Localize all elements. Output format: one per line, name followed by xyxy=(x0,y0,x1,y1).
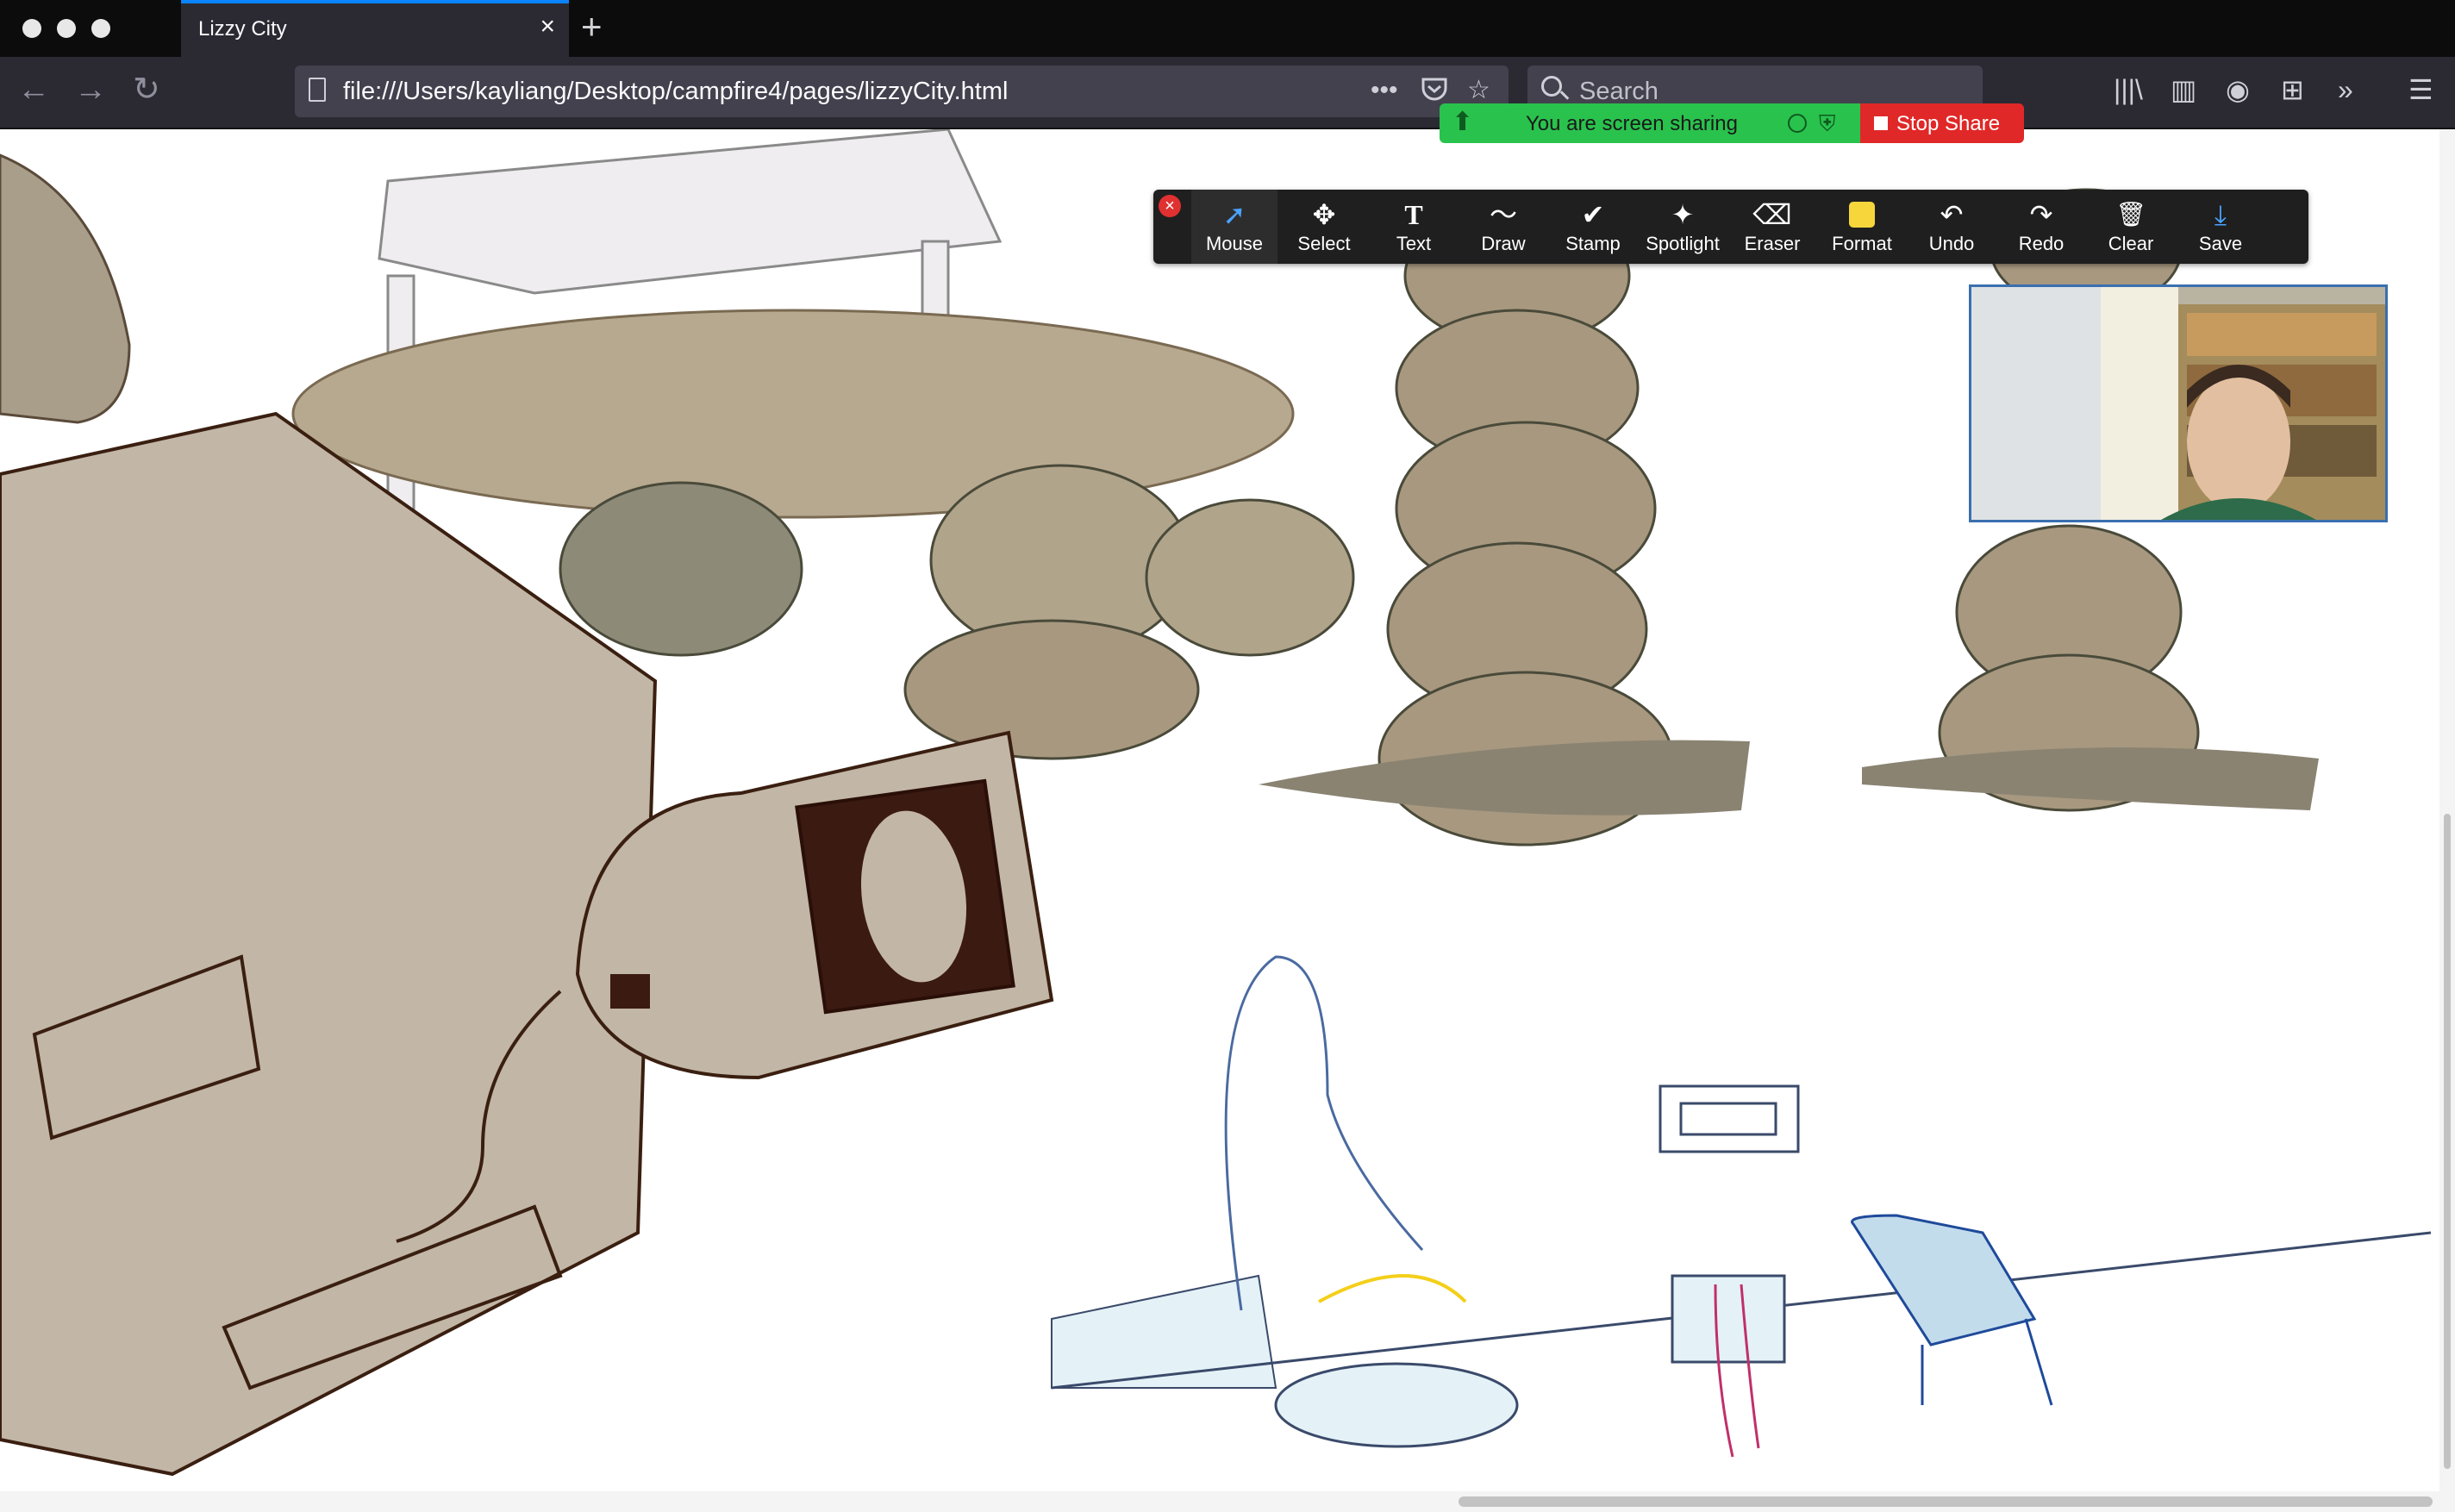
tool-redo[interactable]: ↷ Redo xyxy=(1998,190,2084,264)
browser-tab[interactable]: Lizzy City × xyxy=(181,0,569,57)
vertical-scrollbar[interactable] xyxy=(2439,129,2455,1500)
sidebar-icon[interactable]: ▥ xyxy=(2171,74,2196,105)
tool-draw[interactable]: 〜 Draw xyxy=(1460,190,1546,264)
tab-title: Lizzy City xyxy=(198,17,287,41)
undo-icon: ↶ xyxy=(1940,199,1964,230)
box-drawing xyxy=(1671,1274,1786,1364)
share-arrow-icon: ⬆ xyxy=(1452,108,1474,136)
stop-share-button[interactable]: Stop Share xyxy=(1860,103,2024,143)
tool-mouse[interactable]: ➚ Mouse xyxy=(1191,190,1277,264)
tool-label: Spotlight xyxy=(1646,233,1720,254)
lamp-drawing xyxy=(1224,955,1424,1311)
annotation-close-icon[interactable]: × xyxy=(1159,195,1181,217)
close-window-button[interactable] xyxy=(22,19,41,38)
tool-label: Text xyxy=(1396,233,1432,254)
tool-undo[interactable]: ↶ Undo xyxy=(1908,190,1995,264)
account-icon[interactable]: ◉ xyxy=(2226,74,2250,105)
navigation-toolbar: ← → ↻ file:///Users/kayliang/Desktop/cam… xyxy=(0,57,2455,129)
tool-label: Select xyxy=(1297,233,1351,254)
tool-clear[interactable]: 🗑 Clear xyxy=(2088,190,2174,264)
chair-drawing xyxy=(1851,1214,2037,1346)
save-download-icon: ⤓ xyxy=(2214,199,2227,230)
tool-text[interactable]: T Text xyxy=(1371,190,1457,264)
vertical-scroll-thumb[interactable] xyxy=(2444,814,2451,1469)
title-bar: Lizzy City × + xyxy=(0,0,2455,57)
text-icon: T xyxy=(1404,199,1423,230)
url-bar[interactable]: file:///Users/kayliang/Desktop/campfire4… xyxy=(295,66,1509,117)
tool-spotlight[interactable]: ✦ Spotlight xyxy=(1640,190,1726,264)
new-tab-button[interactable]: + xyxy=(581,9,603,45)
tool-label: Format xyxy=(1832,233,1892,254)
pool-drawing xyxy=(1274,1362,1519,1448)
mouse-pointer-icon: ➚ xyxy=(1222,199,1246,230)
back-icon[interactable]: ← xyxy=(17,72,50,107)
screen-share-status[interactable]: ⬆ You are screen sharing ⛨ xyxy=(1440,103,1860,143)
shield-icon: ⛨ xyxy=(1819,110,1836,136)
screen-share-banner: ⬆ You are screen sharing ⛨ Stop Share xyxy=(1440,103,2024,143)
forward-icon[interactable]: → xyxy=(74,72,107,107)
rock-drawing xyxy=(0,153,131,424)
recording-indicator-icon xyxy=(1788,114,1807,133)
format-color-icon xyxy=(1819,198,1905,231)
redo-icon: ↷ xyxy=(2029,199,2053,230)
search-placeholder: Search xyxy=(1579,78,1659,105)
extensions-icon[interactable]: ⊞ xyxy=(2281,74,2304,105)
page-actions-icon[interactable]: ••• xyxy=(1371,76,1398,105)
reload-icon[interactable]: ↻ xyxy=(133,72,160,107)
tool-label: Redo xyxy=(2018,233,2065,254)
horizontal-scroll-thumb[interactable] xyxy=(1459,1496,2433,1507)
bookmark-star-icon[interactable]: ☆ xyxy=(1467,76,1490,105)
page-icon xyxy=(309,78,326,102)
library-icon[interactable]: |||\ xyxy=(2114,74,2143,105)
search-icon xyxy=(1541,76,1562,97)
stop-share-label: Stop Share xyxy=(1896,112,2001,135)
tool-label: Save xyxy=(2198,233,2243,254)
tool-stamp[interactable]: ✔ Stamp xyxy=(1550,190,1636,264)
participant-video[interactable] xyxy=(1969,284,2388,522)
tool-label: Draw xyxy=(1481,233,1526,254)
table-drawing xyxy=(378,129,1003,295)
url-text[interactable]: file:///Users/kayliang/Desktop/campfire4… xyxy=(343,78,1008,106)
annotation-toolbar: × ➚ Mouse ✥ Select T Text 〜 Draw ✔ Stamp… xyxy=(1153,190,2308,264)
tool-label: Eraser xyxy=(1744,233,1801,254)
trash-icon: 🗑 xyxy=(2115,201,2146,228)
tool-select[interactable]: ✥ Select xyxy=(1281,190,1367,264)
horizontal-scrollbar[interactable] xyxy=(0,1491,2455,1512)
menu-icon[interactable]: ☰ xyxy=(2408,74,2433,105)
stop-icon xyxy=(1874,116,1888,130)
tool-format[interactable]: Format xyxy=(1819,190,1905,264)
tab-close-icon[interactable]: × xyxy=(540,14,555,40)
draw-squiggle-icon: 〜 xyxy=(1489,199,1517,230)
eraser-icon: ⌫ xyxy=(1752,199,1792,230)
checkmark-icon: ✔ xyxy=(1581,199,1605,230)
computer-drawing xyxy=(0,411,658,1477)
tool-eraser[interactable]: ⌫ Eraser xyxy=(1729,190,1815,264)
overflow-icon[interactable]: » xyxy=(2338,74,2353,105)
video-frame xyxy=(1971,287,2385,520)
magic-wand-icon: ✦ xyxy=(1671,199,1695,230)
minimize-window-button[interactable] xyxy=(57,19,76,38)
screen-share-status-text: You are screen sharing xyxy=(1526,112,1738,135)
tool-save[interactable]: ⤓ Save xyxy=(2177,190,2264,264)
move-icon: ✥ xyxy=(1312,199,1336,230)
zoom-window-button[interactable] xyxy=(91,19,110,38)
tool-label: Undo xyxy=(1928,233,1975,254)
tool-label: Stamp xyxy=(1565,233,1621,254)
tool-label: Clear xyxy=(2108,233,2154,254)
tool-label: Mouse xyxy=(1205,233,1264,254)
